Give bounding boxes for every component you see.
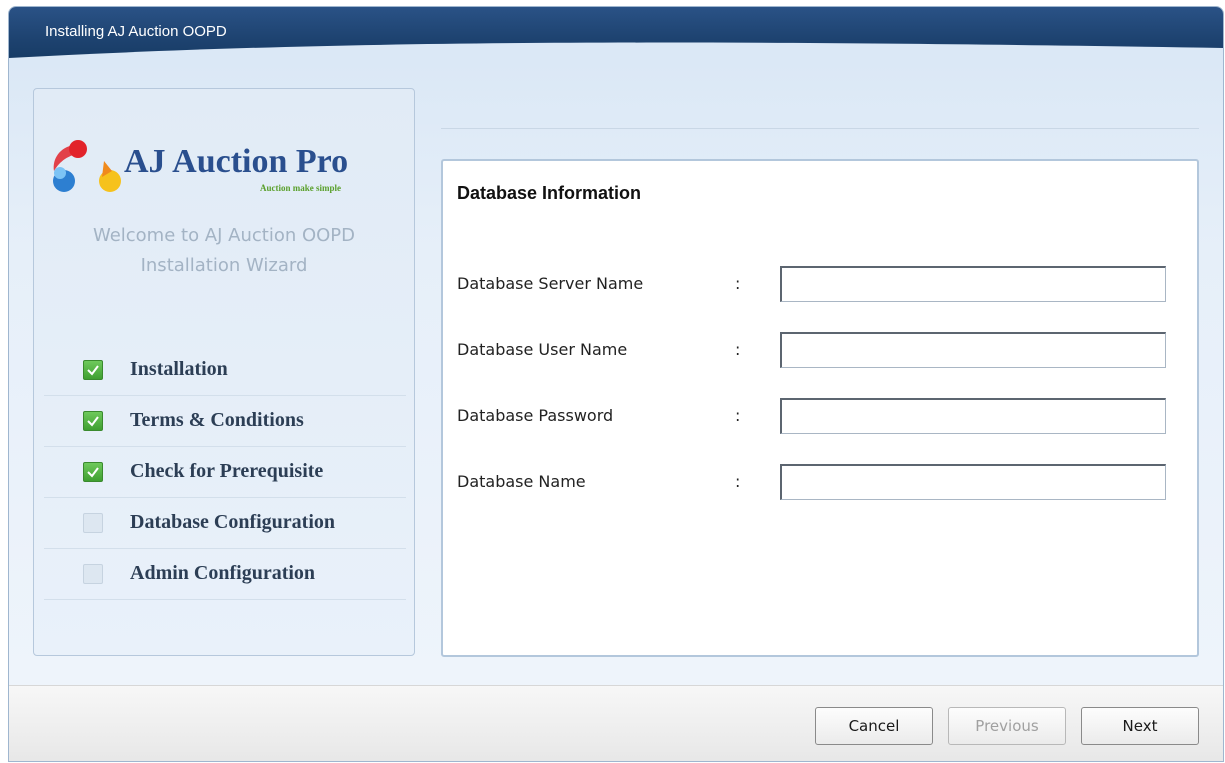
database-name-label: Database Name	[457, 472, 586, 491]
field-row-password: Database Password :	[443, 396, 1197, 436]
logo-icon	[53, 140, 121, 192]
title-bar-curve	[9, 42, 1223, 64]
welcome-line-1: Welcome to AJ Auction OOPD	[92, 225, 356, 246]
next-button[interactable]: Next	[1081, 707, 1199, 745]
field-row-database-name: Database Name :	[443, 462, 1197, 502]
field-separator: :	[735, 406, 741, 425]
logo-tagline: Auction make simple	[260, 183, 341, 193]
step-database-configuration: Database Configuration	[44, 498, 406, 549]
checkbox-checked-icon	[83, 462, 103, 482]
database-name-input[interactable]	[780, 464, 1166, 500]
app-logo: AJ Auction Pro Auction make simple	[46, 131, 396, 201]
checkbox-unchecked-icon	[83, 564, 103, 584]
checkbox-checked-icon	[83, 360, 103, 380]
cancel-button[interactable]: Cancel	[815, 707, 933, 745]
installer-window: Installing AJ Auction OOPD AJ Auction Pr…	[8, 6, 1224, 762]
step-admin-configuration: Admin Configuration	[44, 549, 406, 600]
checkbox-unchecked-icon	[83, 513, 103, 533]
welcome-message: Welcome to AJ Auction OOPD Installation …	[34, 221, 414, 281]
field-row-server-name: Database Server Name :	[443, 264, 1197, 304]
step-label: Database Configuration	[130, 511, 336, 533]
field-separator: :	[735, 472, 741, 491]
welcome-line-2: Installation Wizard	[140, 255, 308, 276]
database-info-panel: Database Information Database Server Nam…	[441, 159, 1199, 657]
step-terms-conditions: Terms & Conditions	[44, 396, 406, 447]
step-label: Installation	[130, 358, 228, 380]
wizard-sidebar: AJ Auction Pro Auction make simple Welco…	[33, 88, 415, 656]
checkbox-checked-icon	[83, 411, 103, 431]
password-input[interactable]	[780, 398, 1166, 434]
previous-button[interactable]: Previous	[948, 707, 1066, 745]
title-bar: Installing AJ Auction OOPD	[9, 7, 1223, 64]
password-label: Database Password	[457, 406, 614, 425]
step-check-prerequisite: Check for Prerequisite	[44, 447, 406, 498]
step-label: Admin Configuration	[130, 562, 316, 584]
step-label: Terms & Conditions	[130, 409, 304, 431]
field-separator: :	[735, 274, 741, 293]
step-installation: Installation	[44, 345, 406, 396]
field-separator: :	[735, 340, 741, 359]
user-name-label: Database User Name	[457, 340, 628, 359]
button-bar: Cancel Previous Next	[9, 685, 1223, 761]
server-name-label: Database Server Name	[457, 274, 644, 293]
field-row-user-name: Database User Name :	[443, 330, 1197, 370]
content-divider	[441, 128, 1199, 129]
server-name-input[interactable]	[780, 266, 1166, 302]
logo-text: AJ Auction Pro	[124, 143, 349, 180]
panel-title: Database Information	[457, 183, 642, 203]
wizard-steps: Installation Terms & Conditions Check fo…	[44, 345, 406, 600]
user-name-input[interactable]	[780, 332, 1166, 368]
step-label: Check for Prerequisite	[130, 460, 324, 482]
